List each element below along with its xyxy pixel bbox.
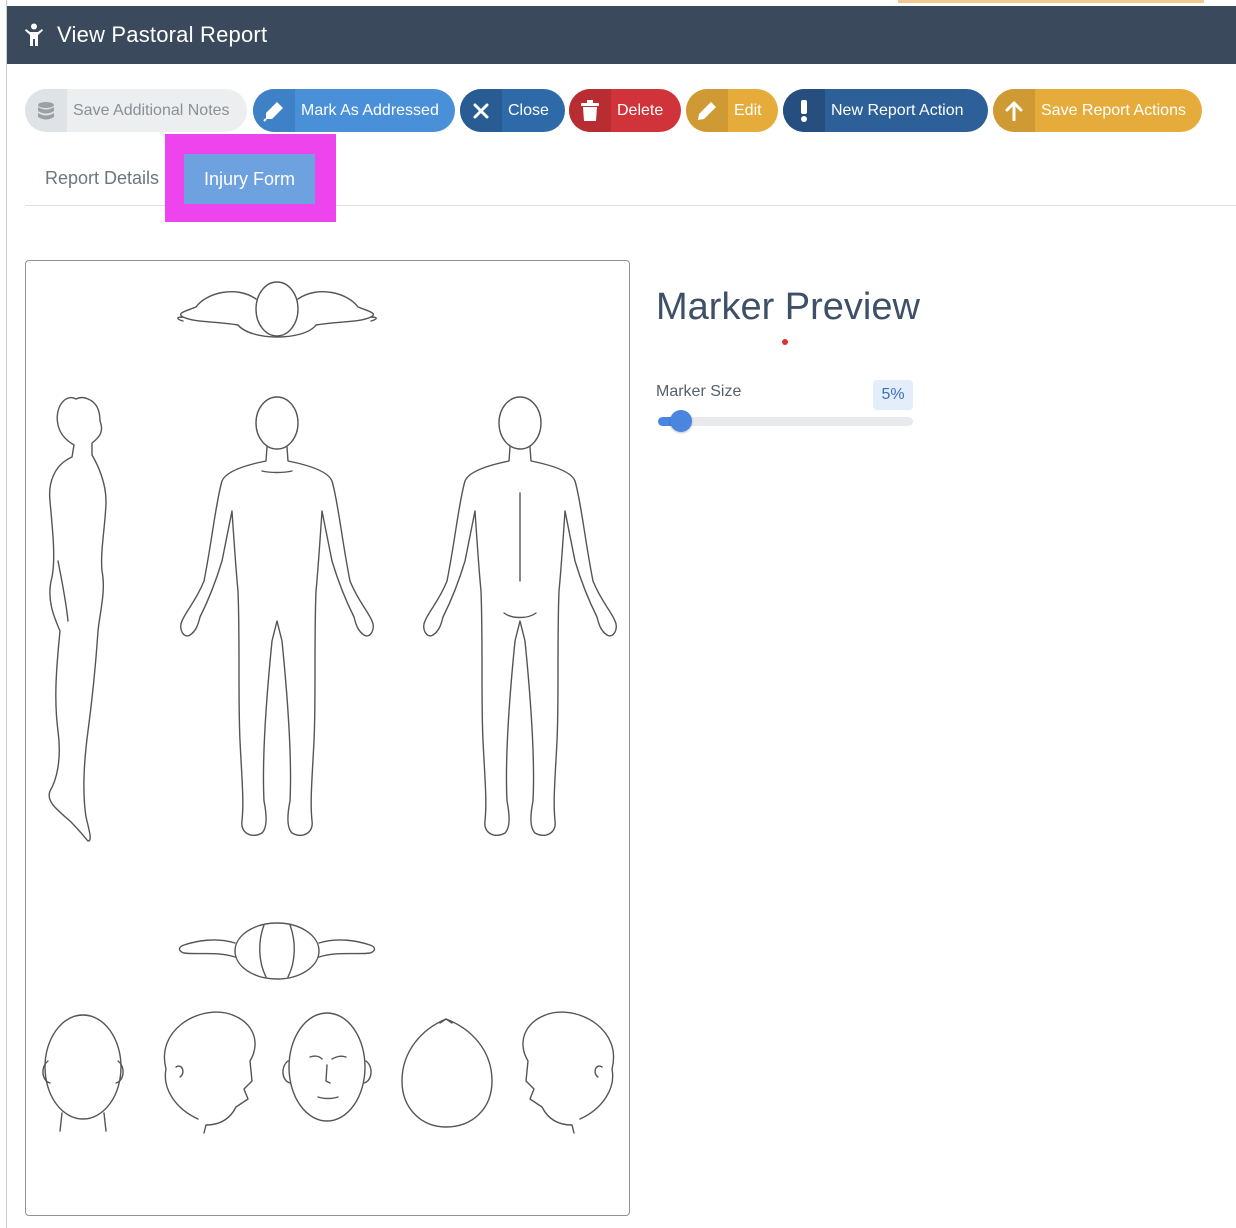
title-bar: View Pastoral Report: [7, 6, 1236, 64]
head-right-profile: [522, 1011, 615, 1134]
mark-as-addressed-button[interactable]: Mark As Addressed: [253, 89, 455, 132]
arrow-up-icon: [993, 89, 1035, 132]
page-title: View Pastoral Report: [57, 22, 268, 47]
marker-size-label: Marker Size: [656, 383, 742, 400]
head-front-view: [282, 1012, 372, 1122]
close-icon: [460, 89, 502, 132]
head-left-profile: [163, 1011, 256, 1134]
tab-report-details[interactable]: Report Details: [45, 168, 159, 189]
trash-icon: [569, 89, 611, 132]
tab-injury-form[interactable]: Injury Form: [184, 154, 315, 204]
marker-pen-icon: [253, 89, 295, 132]
head-back-view: [42, 1014, 124, 1132]
delete-button[interactable]: Delete: [569, 89, 681, 132]
close-button[interactable]: Close: [460, 89, 565, 132]
marker-preview-dot: [782, 339, 788, 345]
exclamation-icon: [783, 89, 825, 132]
new-report-action-label: New Report Action: [831, 101, 964, 119]
save-report-actions-label: Save Report Actions: [1041, 101, 1186, 119]
person-icon: [25, 22, 47, 48]
back-view-figure: [423, 396, 617, 837]
head-top-view: [401, 1018, 493, 1128]
edit-button[interactable]: Edit: [686, 89, 778, 132]
edit-label: Edit: [734, 101, 762, 119]
front-view-figure: [180, 396, 374, 837]
report-tabs: Report Details Injury Form: [25, 134, 1236, 222]
new-report-action-button[interactable]: New Report Action: [783, 89, 988, 132]
side-view-figure: [48, 396, 107, 842]
marker-size-slider-thumb[interactable]: [669, 410, 692, 432]
delete-label: Delete: [617, 101, 664, 119]
body-diagram-canvas[interactable]: [25, 260, 630, 1216]
save-report-actions-button[interactable]: Save Report Actions: [993, 89, 1202, 132]
close-label: Close: [508, 101, 549, 119]
marker-size-value-badge: 5%: [873, 380, 913, 410]
save-additional-notes-button[interactable]: Save Additional Notes: [25, 89, 247, 132]
marker-preview-title: Marker Preview: [656, 286, 920, 328]
top-accent-strip: [898, 0, 1204, 3]
mark-as-addressed-label: Mark As Addressed: [301, 101, 439, 119]
pencil-icon: [686, 89, 728, 132]
bottom-view-figure: [178, 922, 376, 980]
save-additional-notes-label: Save Additional Notes: [73, 101, 230, 119]
marker-size-slider-track[interactable]: [658, 417, 913, 426]
top-view-figure: [177, 281, 377, 338]
window-left-border: [6, 0, 7, 1228]
database-icon: [25, 89, 67, 132]
